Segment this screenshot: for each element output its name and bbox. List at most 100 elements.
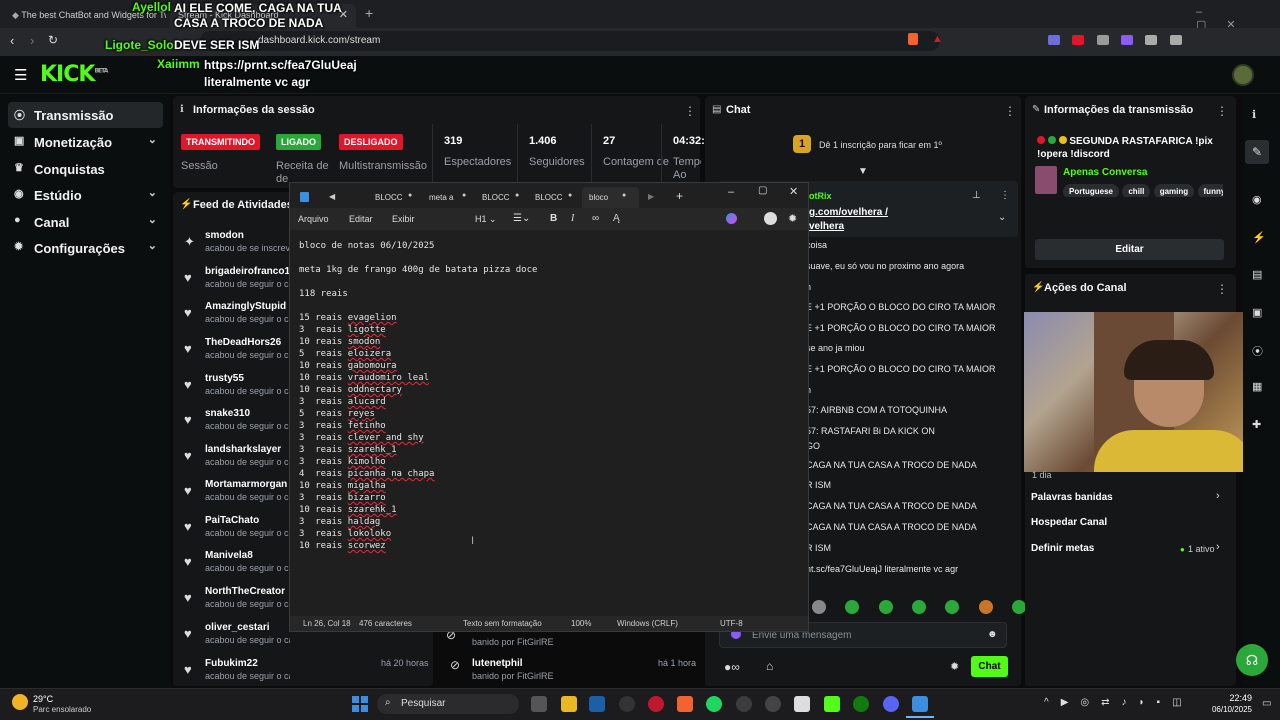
avatar[interactable] <box>1232 64 1254 86</box>
feed-item-name[interactable]: Mortamarmorgan <box>205 479 290 490</box>
task-view-icon[interactable] <box>531 696 547 712</box>
pinned-link[interactable]: velhera <box>809 221 844 232</box>
support-button[interactable]: ☊ <box>1236 644 1268 676</box>
camera-icon[interactable]: ◉ <box>1252 193 1262 206</box>
send-chat-button[interactable]: Chat <box>971 656 1008 677</box>
nav-estudio[interactable]: ◉ Estúdio ⌄ <box>8 182 163 208</box>
lightning-icon[interactable]: ⚡ <box>1252 231 1266 244</box>
feed-item-name[interactable]: NorthTheCreator <box>205 586 290 597</box>
reload-icon[interactable]: ↻ <box>48 33 58 47</box>
forward-icon[interactable]: › <box>30 33 34 48</box>
notepad-tab[interactable]: BLOCC <box>535 193 563 202</box>
tab-scroll-right-icon[interactable]: ▶ <box>648 192 654 201</box>
more-icon[interactable]: ⋮ <box>1216 282 1228 296</box>
clear-format-icon[interactable]: Ą <box>613 213 620 224</box>
chevron-right-icon[interactable]: › <box>1216 490 1220 502</box>
file-explorer-icon[interactable] <box>561 696 577 712</box>
more-icon[interactable]: ⋮ <box>684 104 696 118</box>
steam-icon[interactable] <box>589 696 605 712</box>
feed-item-name[interactable]: brigadeirofranco16 <box>205 266 290 277</box>
category-name[interactable]: Apenas Conversa <box>1063 167 1147 178</box>
grid-icon[interactable]: ▦ <box>1252 380 1262 393</box>
feed-item-name[interactable]: oliver_cestari <box>205 622 290 633</box>
pinned-link[interactable]: g.com/ovelhera / <box>809 207 888 218</box>
notepad-tab[interactable]: BLOCC <box>375 193 403 202</box>
brave-icon[interactable] <box>677 696 693 712</box>
chevron-right-icon[interactable]: › <box>1216 541 1220 553</box>
infinity-icon[interactable]: ●∞ <box>724 660 740 674</box>
app-icon[interactable] <box>765 696 781 712</box>
menu-edit[interactable]: Editar <box>349 214 373 224</box>
feed-item-name[interactable]: landsharkslayer <box>205 444 290 455</box>
back-icon[interactable]: ‹ <box>10 33 14 48</box>
nav-configuracoes[interactable]: ✹ Configurações ⌄ <box>8 235 163 261</box>
system-tray-icons[interactable]: ^▶◎⇄♪◗▪◫ <box>1044 697 1194 708</box>
gear-icon[interactable]: ✹ <box>950 660 959 673</box>
xbox-icon[interactable] <box>853 696 869 712</box>
opera-icon[interactable] <box>648 696 664 712</box>
nav-monetizacao[interactable]: ▣ Monetização ⌄ <box>8 129 163 155</box>
app-icon[interactable] <box>736 696 752 712</box>
feed-item-name[interactable]: smodon <box>205 230 290 241</box>
wrench-icon[interactable]: ✚ <box>1252 418 1261 431</box>
nav-canal[interactable]: ● Canal ⌄ <box>8 209 163 235</box>
kick-icon[interactable] <box>824 696 840 712</box>
search-box[interactable] <box>377 694 519 714</box>
action-set-goals[interactable]: Definir metas <box>1031 543 1094 554</box>
nav-conquistas[interactable]: ♛ Conquistas <box>8 156 163 182</box>
notepad-tab[interactable]: meta a <box>429 193 453 202</box>
notepad-icon[interactable] <box>912 696 928 712</box>
list-icon[interactable]: ☰⌄ <box>513 213 530 224</box>
feed-item-name[interactable]: AmazinglyStupid <box>205 301 290 312</box>
menu-icon[interactable]: ☰ <box>14 66 27 84</box>
new-tab-icon[interactable]: + <box>676 189 683 203</box>
feed-item-name[interactable]: PaiTaChato <box>205 515 290 526</box>
emoji-icon[interactable]: ☻ <box>987 629 998 640</box>
notepad-tab[interactable]: BLOCC <box>482 193 510 202</box>
bold-icon[interactable]: B <box>550 213 557 224</box>
action-banned-words[interactable]: Palavras banidas <box>1031 492 1113 503</box>
info-icon[interactable]: ℹ <box>1252 108 1256 121</box>
menu-file[interactable]: Arquivo <box>298 214 329 224</box>
broadcast-icon[interactable]: ⦿ <box>1252 343 1263 359</box>
feed-item-name[interactable]: TheDeadHors26 <box>205 337 290 348</box>
notepad-tab[interactable]: bloco <box>589 193 608 202</box>
brave-shield-icon[interactable] <box>908 33 918 45</box>
store-icon[interactable]: ⌂ <box>766 659 773 673</box>
pin-icon[interactable]: ⊥ <box>972 190 981 201</box>
list-icon[interactable]: ▤ <box>1252 268 1262 281</box>
chevron-down-icon[interactable]: ⌄ <box>998 212 1006 223</box>
account-icon[interactable] <box>764 212 777 225</box>
more-icon[interactable]: ⋮ <box>1000 190 1010 201</box>
feed-item-name[interactable]: Manivela8 <box>205 550 290 561</box>
kick-logo[interactable]: KICKBETA <box>40 62 108 87</box>
feed-item-name[interactable]: snake310 <box>205 408 290 419</box>
gear-icon[interactable]: ✹ <box>788 212 797 225</box>
link-icon[interactable]: ∞ <box>592 213 599 224</box>
menu-view[interactable]: Exibir <box>392 214 415 224</box>
collapse-icon[interactable]: ▼ <box>858 166 868 177</box>
edit-icon[interactable]: ✎ <box>1245 140 1269 164</box>
close-icon[interactable]: ✕ <box>789 185 798 198</box>
action-host-channel[interactable]: Hospedar Canal <box>1031 517 1107 528</box>
minimize-icon[interactable]: – <box>728 186 734 198</box>
copilot-icon[interactable] <box>726 213 737 224</box>
obs-icon[interactable] <box>619 696 635 712</box>
feed-item-name[interactable]: Fubukim22 <box>205 658 290 669</box>
spotify-icon[interactable] <box>706 696 722 712</box>
new-tab-icon[interactable]: + <box>365 5 373 21</box>
extension-icons[interactable] <box>1048 34 1191 48</box>
feed-item-name[interactable]: trusty55 <box>205 373 290 384</box>
chat-icon[interactable]: ▣ <box>1252 306 1262 319</box>
document-icon[interactable] <box>794 696 810 712</box>
edit-button[interactable]: Editar <box>1035 239 1224 260</box>
tab-scroll-left-icon[interactable]: ◀ <box>329 192 335 201</box>
notifications-icon[interactable]: ▭ <box>1262 698 1271 709</box>
discord-icon[interactable] <box>883 696 899 712</box>
more-icon[interactable]: ⋮ <box>1004 104 1016 118</box>
nav-transmissao[interactable]: ⦿ Transmissão <box>8 102 163 128</box>
maximize-icon[interactable]: ▢ <box>758 185 767 196</box>
rewards-icon[interactable]: ▲ <box>932 33 943 45</box>
start-button[interactable] <box>352 696 368 712</box>
italic-icon[interactable]: I <box>571 213 574 224</box>
